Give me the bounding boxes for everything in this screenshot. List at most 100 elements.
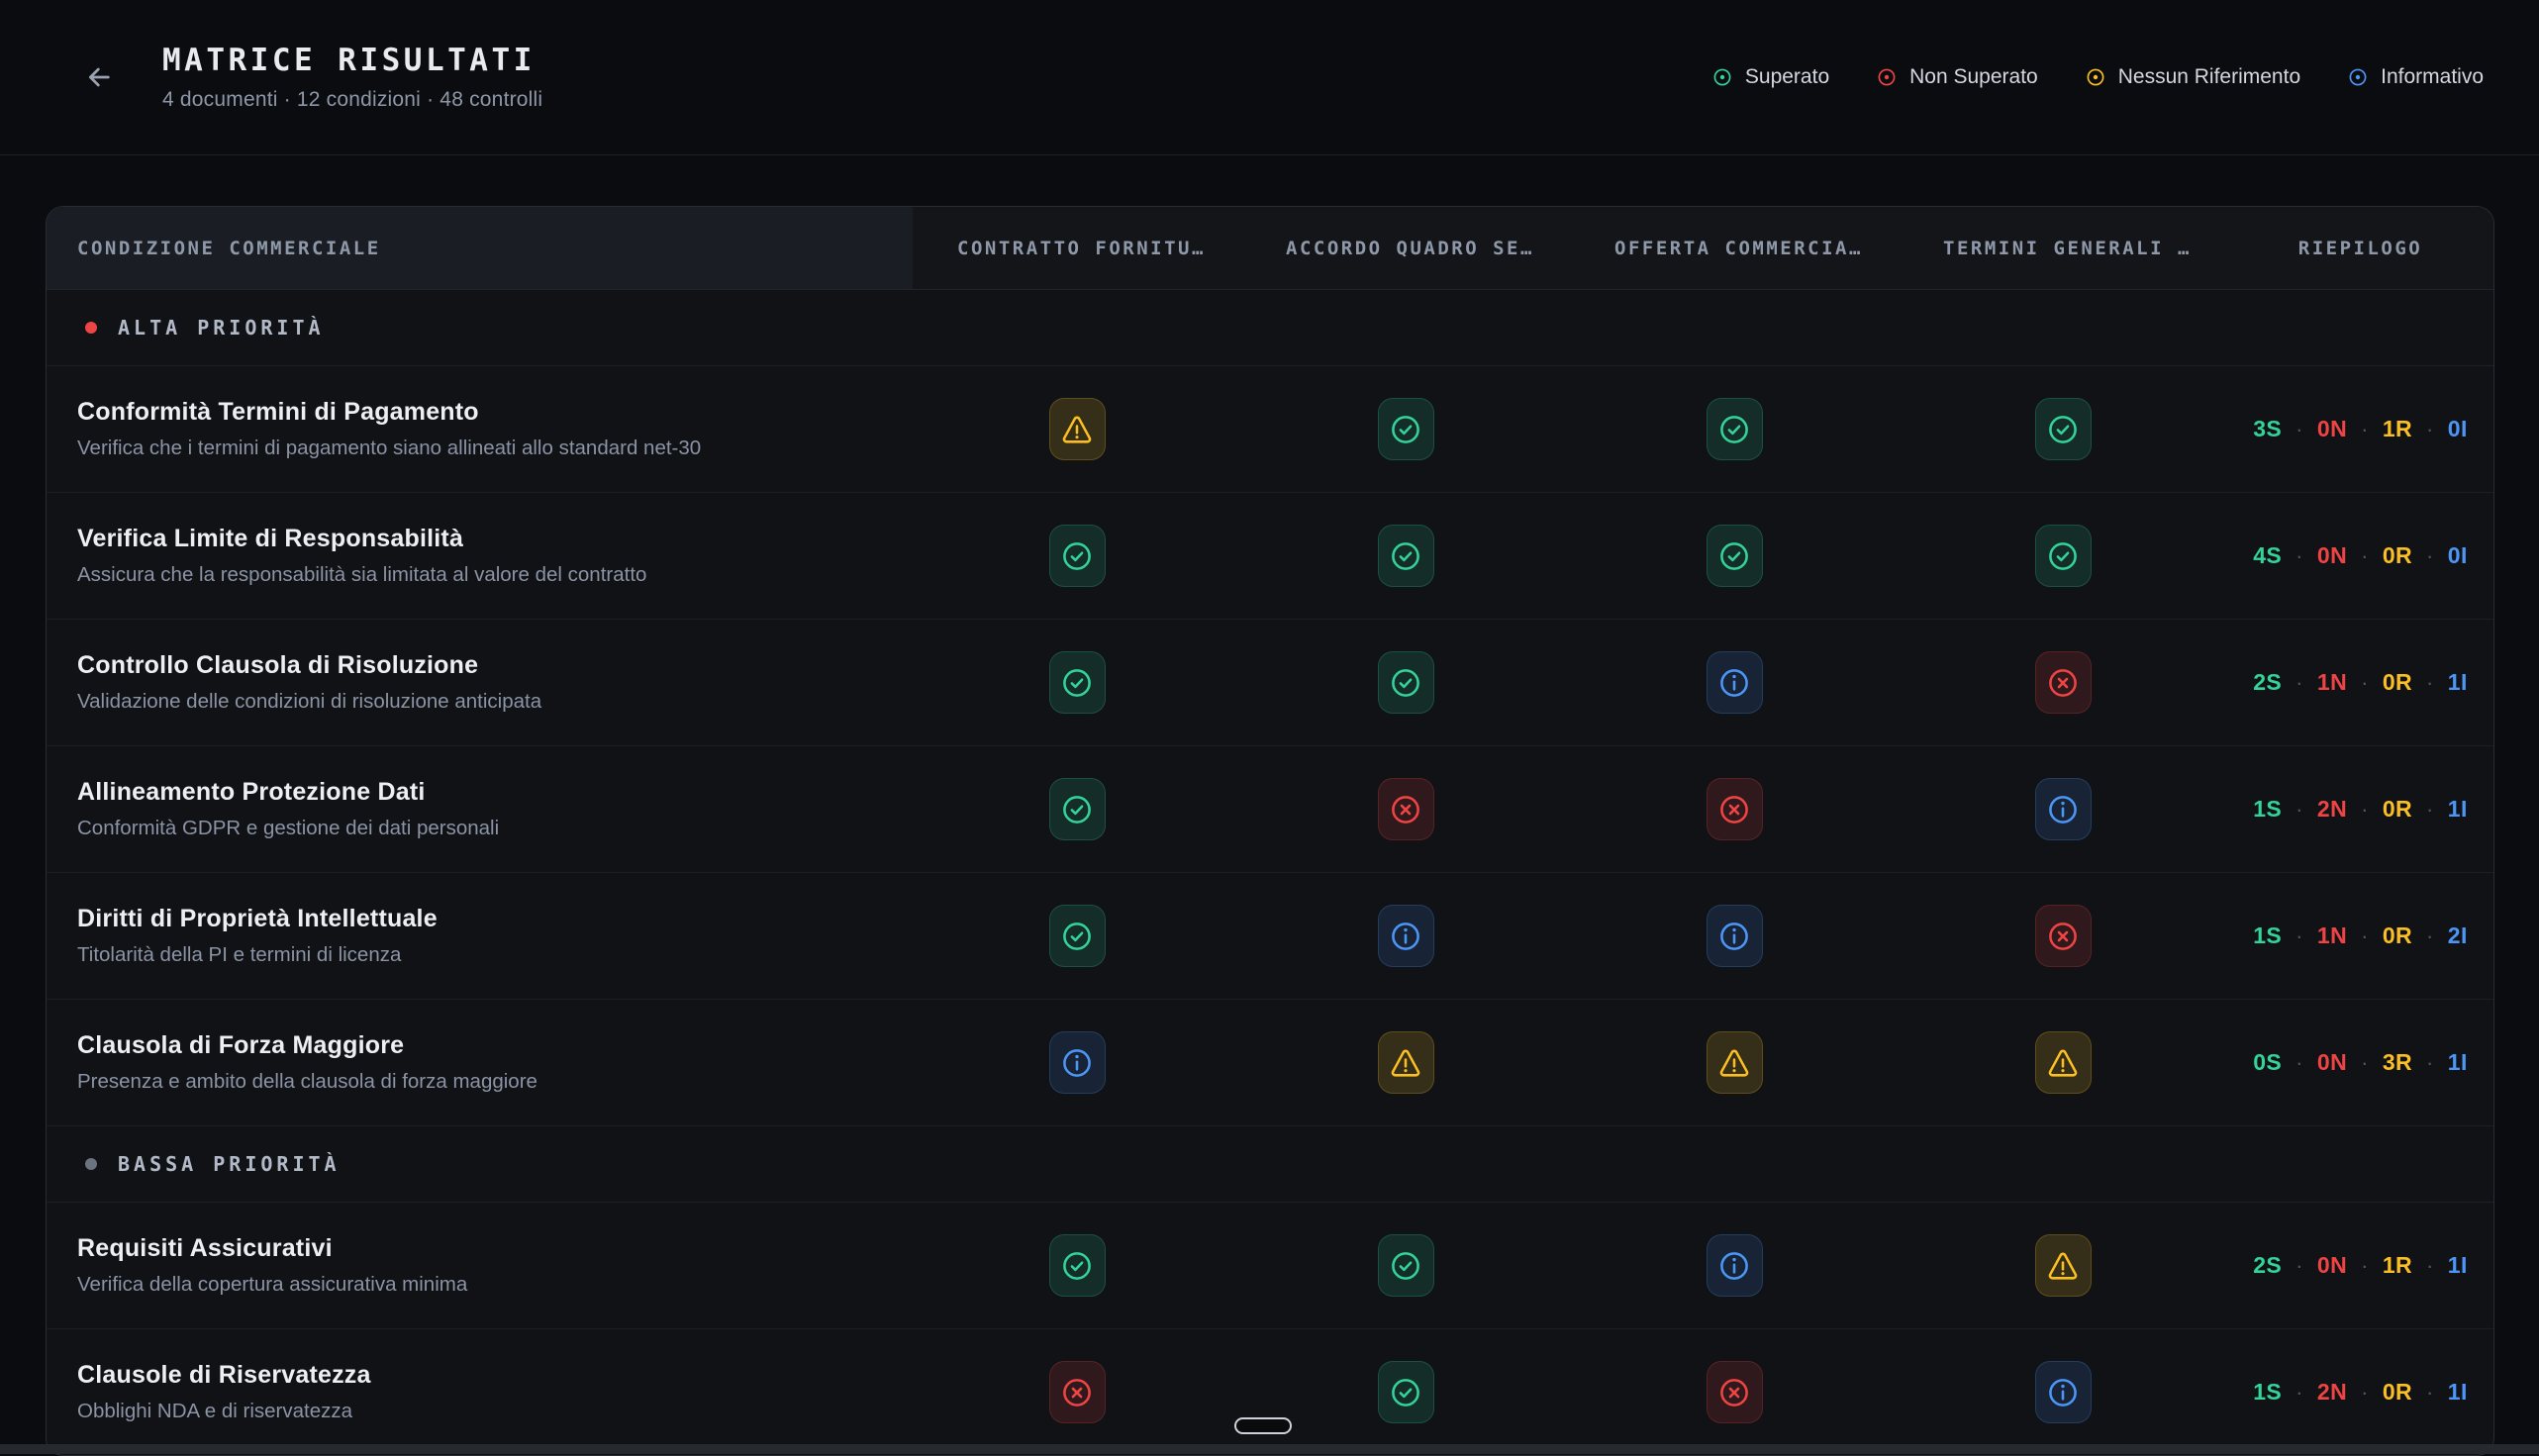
priority-dot-icon	[85, 322, 97, 334]
status-badge-pass[interactable]	[1049, 525, 1106, 587]
condition-title: Diritti di Proprietà Intellettuale	[77, 905, 913, 933]
pass-icon	[1388, 1375, 1423, 1410]
arrow-left-icon	[83, 61, 115, 93]
column-header-document-3[interactable]: OFFERTA COMMERCIA…	[1570, 207, 1899, 289]
table-row[interactable]: Diritti di Proprietà Intellettuale Titola…	[47, 873, 2493, 1000]
summary-cell: 2S·1N·0R·1I	[2227, 620, 2493, 745]
summary-cell: 1S·2N·0R·1I	[2227, 746, 2493, 872]
status-badge-warn[interactable]	[1049, 398, 1106, 460]
summary-separator: ·	[2361, 543, 2369, 569]
pass-icon	[1059, 792, 1095, 827]
condition-description: Assicura che la responsabilità sia limit…	[77, 563, 913, 587]
table-row[interactable]: Conformità Termini di PagamentoVerifica …	[47, 366, 2493, 493]
status-badge-fail[interactable]	[1707, 1361, 1763, 1423]
summary-separator: ·	[2361, 417, 2369, 442]
column-header-document-2[interactable]: ACCORDO QUADRO SE…	[1241, 207, 1570, 289]
condition-description: Validazione delle condizioni di risoluzi…	[77, 690, 913, 714]
status-badge-pass[interactable]	[1378, 525, 1434, 587]
status-cell	[1899, 366, 2227, 492]
condition-cell: Controllo Clausola di RisoluzioneValidaz…	[47, 620, 913, 745]
summary-separator: ·	[2426, 797, 2434, 823]
summary-separator: ·	[2295, 670, 2303, 696]
section-header-low-priority: BASSA PRIORITÀ	[47, 1126, 2493, 1203]
table-row[interactable]: Clausole di RiservatezzaObblighi NDA e d…	[47, 1329, 2493, 1456]
status-badge-warn[interactable]	[1378, 1031, 1434, 1094]
status-badge-pass[interactable]	[2035, 398, 2092, 460]
status-badge-warn[interactable]	[1707, 1031, 1763, 1094]
status-badge-pass[interactable]	[1049, 651, 1106, 714]
matrix-header-row: CONDIZIONE COMMERCIALECONTRATTO FORNITU……	[47, 207, 2493, 290]
summary-separator: ·	[2426, 1050, 2434, 1076]
status-cell	[913, 1329, 1241, 1455]
summary-separator: ·	[2295, 1050, 2303, 1076]
condition-description: Presenza e ambito della clausola di forz…	[77, 1070, 913, 1094]
summary-separator: ·	[2361, 1380, 2369, 1406]
status-legend: SuperatoNon SuperatoNessun RiferimentoIn…	[1711, 65, 2484, 89]
condition-cell: Clausole di RiservatezzaObblighi NDA e d…	[47, 1329, 913, 1455]
status-badge-pass[interactable]	[1378, 1361, 1434, 1423]
scroll-handle[interactable]	[1234, 1417, 1292, 1434]
summary-separator: ·	[2295, 417, 2303, 442]
status-badge-pass[interactable]	[1378, 651, 1434, 714]
status-badge-pass[interactable]	[1707, 525, 1763, 587]
warn-icon	[1388, 1045, 1423, 1081]
status-cell	[1241, 1203, 1570, 1328]
condition-description: Titolarità della PI e termini di licenza	[77, 943, 913, 967]
back-button[interactable]	[77, 55, 121, 99]
status-badge-info[interactable]	[1707, 905, 1763, 967]
summary-info-count: 0I	[2448, 542, 2468, 569]
status-cell	[913, 493, 1241, 619]
info-icon	[1716, 919, 1752, 954]
status-cell	[1570, 620, 1899, 745]
status-badge-info[interactable]	[1378, 905, 1434, 967]
table-row[interactable]: Allineamento Protezione DatiConformità G…	[47, 746, 2493, 873]
status-badge-pass[interactable]	[1049, 778, 1106, 840]
matrix-body: ALTA PRIORITÀConformità Termini di Pagam…	[47, 290, 2493, 1456]
status-badge-fail[interactable]	[2035, 905, 2092, 967]
summary-cell: 1S·1N·0R·2I	[2227, 873, 2493, 999]
status-badge-pass[interactable]	[1707, 398, 1763, 460]
status-badge-info[interactable]	[1049, 1031, 1106, 1094]
legend-label: Non Superato	[1909, 65, 2038, 89]
warn-icon	[2045, 1248, 2081, 1284]
status-cell	[913, 366, 1241, 492]
status-badge-info[interactable]	[2035, 1361, 2092, 1423]
column-header-document-4[interactable]: TERMINI GENERALI …	[1899, 207, 2227, 289]
status-badge-pass[interactable]	[1049, 1234, 1106, 1297]
status-badge-pass[interactable]	[1378, 1234, 1434, 1297]
condition-title: Clausola di Forza Maggiore	[77, 1031, 913, 1060]
status-badge-pass[interactable]	[1049, 905, 1106, 967]
pass-icon	[1059, 665, 1095, 701]
summary-separator: ·	[2361, 670, 2369, 696]
status-badge-pass[interactable]	[2035, 525, 2092, 587]
status-badge-warn[interactable]	[2035, 1234, 2092, 1297]
status-badge-fail[interactable]	[2035, 651, 2092, 714]
table-row[interactable]: Clausola di Forza Maggiore Presenza e amb…	[47, 1000, 2493, 1126]
status-badge-pass[interactable]	[1378, 398, 1434, 460]
status-badge-fail[interactable]	[1707, 778, 1763, 840]
status-badge-info[interactable]	[1707, 651, 1763, 714]
status-cell	[1241, 366, 1570, 492]
summary-pass-count: 1S	[2253, 796, 2282, 823]
table-row[interactable]: Controllo Clausola di RisoluzioneValidaz…	[47, 620, 2493, 746]
table-row[interactable]: Verifica Limite di ResponsabilitàAssicur…	[47, 493, 2493, 620]
status-cell	[1570, 493, 1899, 619]
summary-separator: ·	[2295, 923, 2303, 949]
status-badge-fail[interactable]	[1378, 778, 1434, 840]
status-badge-info[interactable]	[2035, 778, 2092, 840]
status-cell	[913, 1203, 1241, 1328]
warn-legend-icon	[2085, 66, 2106, 88]
status-badge-info[interactable]	[1707, 1234, 1763, 1297]
status-badge-warn[interactable]	[2035, 1031, 2092, 1094]
condition-cell: Conformità Termini di PagamentoVerifica …	[47, 366, 913, 492]
info-icon	[1716, 1248, 1752, 1284]
table-row[interactable]: Requisiti AssicurativiVerifica della cop…	[47, 1203, 2493, 1329]
column-header-document-1[interactable]: CONTRATTO FORNITU…	[913, 207, 1241, 289]
status-badge-fail[interactable]	[1049, 1361, 1106, 1423]
status-cell	[1241, 873, 1570, 999]
pass-icon	[1059, 919, 1095, 954]
summary-fail-count: 1N	[2317, 669, 2347, 696]
summary-warn-count: 1R	[2383, 416, 2412, 442]
status-cell	[1241, 746, 1570, 872]
condition-cell: Requisiti AssicurativiVerifica della cop…	[47, 1203, 913, 1328]
